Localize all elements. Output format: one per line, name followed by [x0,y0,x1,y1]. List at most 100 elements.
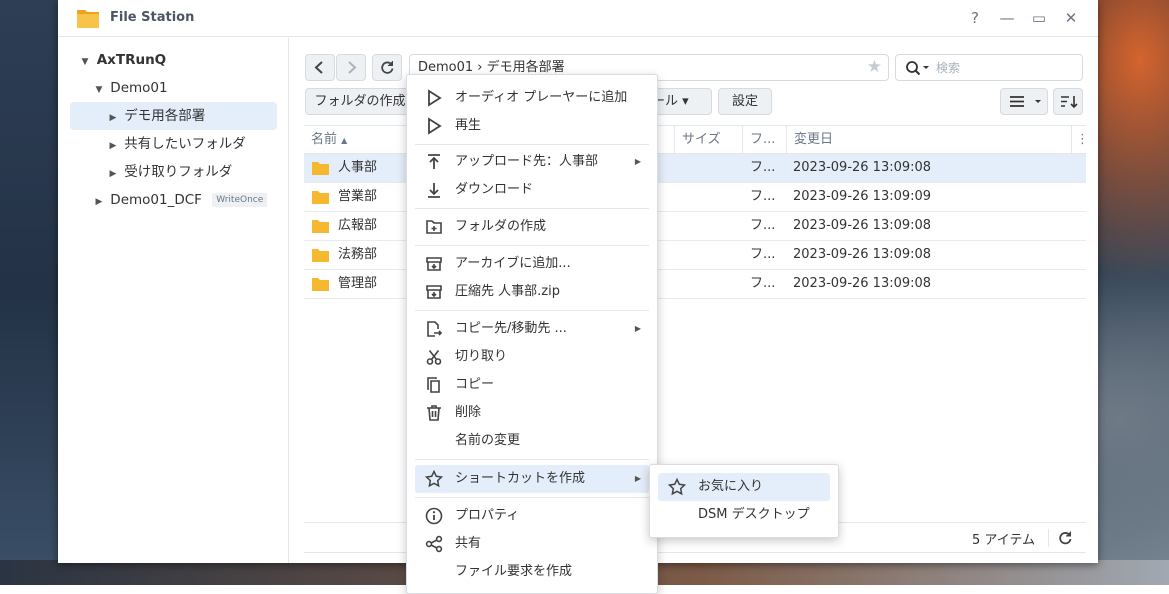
file-type: フ... [750,189,776,204]
menu-item-label: 圧縮先 人事部.zip [455,284,560,299]
menu-item-add-to-audio-player[interactable]: オーディオ プレーヤーに追加 [415,84,649,112]
column-header-modified[interactable]: 変更日 [786,126,1071,153]
menu-item-label: コピー [455,377,495,392]
menu-item-compress-to[interactable]: 圧縮先 人事部.zip [415,278,649,306]
maximize-button[interactable]: ▭ [1028,8,1050,28]
upload-icon [428,154,440,169]
column-name-label: 名前 [311,132,338,147]
menu-item-file-request[interactable]: ファイル要求を作成 [415,558,649,586]
menu-item-play[interactable]: 再生 [415,112,649,140]
star-icon [425,470,443,488]
folder-icon [312,191,329,204]
copy-move-icon [427,321,443,337]
folder-add-icon [426,220,442,234]
submenu-item-favorites[interactable]: お気に入り [658,473,830,501]
caret-right-icon[interactable]: ▶ [106,104,120,132]
file-modified: 2023-09-26 13:09:09 [793,189,932,204]
menu-item-label: オーディオ プレーヤーに追加 [455,90,628,105]
file-type: フ... [750,218,776,233]
menu-item-copy[interactable]: コピー [415,371,649,399]
refresh-icon[interactable] [1056,529,1074,547]
close-button[interactable]: ✕ [1060,8,1082,28]
menu-item-label: フォルダの作成 [455,219,547,234]
caret-right-icon[interactable]: ▶ [106,160,120,188]
menu-item-download[interactable]: ダウンロード [415,176,649,204]
tree-item-demo01-dcf[interactable]: ▶ Demo01_DCF WriteOnce [92,186,268,216]
tree-item-demo01[interactable]: ▼ Demo01 [92,74,168,102]
write-once-badge: WriteOnce [212,193,268,207]
file-type: フ... [750,247,776,262]
minimize-button[interactable]: — [996,8,1018,28]
menu-item-label: 削除 [455,405,482,420]
menu-item-label: ダウンロード [455,182,534,197]
menu-separator [415,497,649,498]
menu-item-label: コピー先/移動先 ... [455,321,567,336]
caret-right-icon[interactable]: ▶ [106,132,120,160]
file-type: フ... [750,276,776,291]
menu-item-label: ショートカットを作成 [455,471,586,486]
help-button[interactable]: ? [964,8,986,28]
folder-icon [312,162,329,175]
search-input[interactable] [934,58,1074,77]
context-menu: オーディオ プレーヤーに追加 再生 アップロード先：人事部 ▶ ダウンロード フ… [406,74,658,594]
tree-item-label: デモ用各部署 [124,108,206,124]
menu-item-add-to-archive[interactable]: アーカイブに追加... [415,250,649,278]
back-button[interactable] [305,54,335,81]
file-type: フ... [750,160,776,175]
tree-root[interactable]: ▼ AxTRunQ [78,46,167,76]
star-icon [668,478,686,496]
menu-separator [415,144,649,145]
tree-item-shared-folder[interactable]: ▶ 共有したいフォルダ [106,130,246,158]
menu-item-properties[interactable]: プロパティ [415,502,649,530]
menu-item-rename[interactable]: 名前の変更 [415,427,649,455]
menu-separator [415,310,649,311]
menu-item-label: お気に入り [698,479,764,494]
menu-item-create-shortcut[interactable]: ショートカットを作成 ▶ [415,465,649,493]
menu-item-copy-move-to[interactable]: コピー先/移動先 ... ▶ [415,315,649,343]
menu-item-create-folder[interactable]: フォルダの作成 [415,213,649,241]
sort-button[interactable] [1053,88,1083,115]
tree-item-receive-folder[interactable]: ▶ 受け取りフォルダ [106,158,233,188]
menu-item-delete[interactable]: 削除 [415,399,649,427]
column-header-type[interactable]: フ... [742,126,786,153]
menu-separator [415,245,649,246]
menu-item-label: アップロード先：人事部 [455,154,599,169]
file-station-app-icon [76,7,100,29]
submenu-item-dsm-desktop[interactable]: DSM デスクトップ [658,501,830,529]
tree-item-demo-departments[interactable]: ▶ デモ用各部署 [70,102,277,130]
star-icon[interactable]: ★ [867,55,882,80]
forward-button[interactable] [336,54,366,81]
play-icon [428,89,442,107]
menu-item-share[interactable]: 共有 [415,530,649,558]
tree-item-label: Demo01_DCF [110,192,202,208]
scissors-icon [426,350,442,365]
tree-item-label: 受け取りフォルダ [124,164,233,180]
download-icon [428,183,440,198]
refresh-button[interactable] [372,54,402,81]
caret-down-icon[interactable]: ▼ [92,76,106,104]
title-bar: File Station ? — ▭ ✕ [58,0,1098,37]
trash-icon [427,405,441,421]
search-box[interactable] [895,54,1083,81]
search-icon [906,61,929,76]
folder-icon [312,220,329,233]
column-options-icon[interactable]: ⋮ [1071,126,1089,153]
settings-button[interactable]: 設定 [718,88,772,115]
list-view-icon [1010,96,1041,107]
view-mode-button[interactable] [1000,88,1048,115]
menu-item-upload-to[interactable]: アップロード先：人事部 ▶ [415,148,649,176]
caret-down-icon[interactable]: ▼ [78,48,92,76]
menu-item-label: 共有 [455,536,482,551]
create-folder-button[interactable]: フォルダの作成 [305,88,415,115]
file-modified: 2023-09-26 13:09:08 [793,218,932,233]
submenu-arrow-icon: ▶ [634,474,641,483]
desktop-left-strip [0,0,60,585]
caret-right-icon[interactable]: ▶ [92,188,106,216]
menu-item-cut[interactable]: 切り取り [415,343,649,371]
file-name: 広報部 [338,218,378,233]
menu-item-label: 名前の変更 [455,433,521,448]
file-name: 法務部 [338,247,378,262]
column-header-size[interactable]: サイズ [674,126,742,153]
item-count: 5 アイテム [972,533,1036,548]
menu-item-label: プロパティ [455,508,520,523]
